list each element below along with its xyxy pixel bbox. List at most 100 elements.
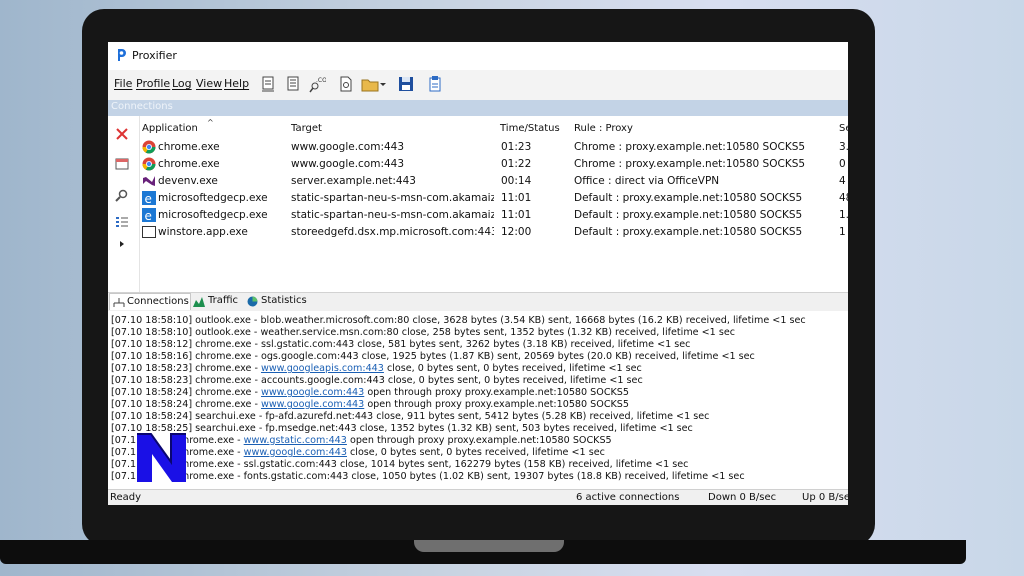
rule-proxy: Default : proxy.example.net:10580 SOCKS5 (574, 209, 803, 221)
n-logo-icon (137, 433, 186, 482)
network-icon (113, 298, 125, 307)
target: www.google.com:443 (291, 141, 405, 153)
clipboard-icon[interactable] (426, 74, 444, 94)
menu-help[interactable]: Help (224, 77, 249, 90)
time-status: 00:14 (501, 175, 532, 187)
menu-view[interactable]: View (196, 77, 222, 90)
rules-icon[interactable] (284, 74, 302, 94)
status-active-connections: 6 active connections (576, 492, 680, 503)
tab-statistics[interactable]: Statistics (245, 293, 307, 309)
table-row[interactable]: e microsoftedgecp.exe static-spartan-neu… (140, 190, 848, 207)
sent: 4 (839, 175, 846, 187)
status-upload-rate: Up 0 B/se (802, 492, 848, 503)
log-line: [07.10 18:58:25] searchui.exe - fp.msedg… (111, 423, 693, 434)
app-name: chrome.exe (158, 158, 220, 170)
name-resolution-icon[interactable]: .COM (308, 74, 326, 94)
svg-text:e: e (145, 192, 152, 205)
menu-file[interactable]: File (114, 77, 132, 90)
rule-proxy: Office : direct via OfficeVPN (574, 175, 720, 187)
log-line: [07.10 18:58:24] chrome.exe - www.google… (111, 387, 630, 398)
tab-connections[interactable]: Connections (109, 293, 191, 310)
tab-statistics-label: Statistics (261, 295, 307, 306)
traffic-chart-icon (193, 297, 205, 307)
rule-proxy: Default : proxy.example.net:10580 SOCKS5 (574, 192, 803, 204)
log-line: [07.10 18:58:10] outlook.exe - blob.weat… (111, 315, 806, 326)
column-header-time-status[interactable]: Time/Status (500, 123, 560, 134)
connection-actions-toolbar (108, 116, 140, 292)
app-name: microsoftedgecp.exe (158, 192, 268, 204)
status-ready: Ready (110, 492, 142, 503)
edge-icon: e (142, 208, 156, 222)
sent: 48 (839, 192, 848, 204)
log-link[interactable]: www.google.com:443 (261, 399, 364, 410)
tab-traffic[interactable]: Traffic (191, 293, 243, 309)
target: www.google.com:443 (291, 158, 405, 170)
save-profile-icon[interactable] (397, 74, 415, 94)
sent: 3. (839, 141, 848, 153)
column-header-sent[interactable]: Se (839, 123, 848, 134)
search-icon[interactable] (115, 188, 129, 202)
new-profile-icon[interactable] (337, 74, 355, 94)
close-connection-icon[interactable] (115, 127, 129, 141)
sent: 0 (839, 158, 846, 170)
target: storeedgefd.dsx.mp.microsoft.com:443 (291, 226, 494, 238)
target: static-spartan-neu-s-msn-com.akamaized.n… (291, 192, 494, 204)
target: static-spartan-neu-s-msn-com.akamaized.n… (291, 209, 494, 221)
table-row[interactable]: chrome.exe www.google.com:443 01:22 Chro… (140, 156, 848, 173)
laptop-notch (414, 540, 564, 552)
expand-arrow-icon[interactable] (115, 237, 129, 251)
tab-traffic-label: Traffic (208, 295, 239, 306)
visual-studio-icon (143, 176, 155, 186)
time-status: 11:01 (501, 209, 532, 221)
log-link[interactable]: www.google.com:443 (261, 387, 364, 398)
svg-text:e: e (145, 209, 152, 222)
rule-proxy: Chrome : proxy.example.net:10580 SOCKS5 (574, 141, 806, 153)
log-link[interactable]: www.googleapis.com:443 (261, 363, 384, 374)
log-line: [07.1 hrome.exe - fonts.gstatic.com:443 c… (111, 471, 745, 482)
log-line: [07.10 18:58:16] chrome.exe - ogs.google… (111, 351, 755, 362)
list-view-icon[interactable] (115, 215, 129, 229)
window-icon[interactable] (115, 157, 129, 171)
log-line: [07.10 18:58:24] chrome.exe - www.google… (111, 399, 630, 410)
proxy-servers-icon[interactable] (259, 74, 277, 94)
chrome-icon (142, 140, 156, 154)
log-line: [07.10 18:58:23] chrome.exe - www.google… (111, 363, 642, 374)
chrome-icon (142, 157, 156, 171)
table-row[interactable]: e microsoftedgecp.exe static-spartan-neu… (140, 207, 848, 224)
column-header-target[interactable]: Target (291, 123, 322, 134)
time-status: 11:01 (501, 192, 532, 204)
menu-log[interactable]: Log (172, 77, 192, 90)
log-line: [07.10 18:58:23] chrome.exe - accounts.g… (111, 375, 643, 386)
table-row[interactable]: devenv.exe server.example.net:443 00:14 … (140, 173, 848, 190)
window-title: Proxifier (132, 49, 177, 62)
log-link[interactable]: www.gstatic.com:443 (244, 435, 347, 446)
log-panel[interactable]: [07.10 18:58:10] outlook.exe - blob.weat… (108, 311, 848, 489)
connections-section-header (108, 100, 848, 116)
app-name: microsoftedgecp.exe (158, 209, 268, 221)
table-row[interactable]: winstore.app.exe storeedgefd.dsx.mp.micr… (140, 224, 848, 241)
sort-caret-icon[interactable]: ^ (207, 118, 214, 127)
log-line: [07.10 18:58:10] outlook.exe - weather.s… (111, 327, 735, 338)
log-link[interactable]: www.google.com:443 (244, 447, 347, 458)
edge-icon: e (142, 191, 156, 205)
table-row[interactable]: chrome.exe www.google.com:443 01:23 Chro… (140, 139, 848, 156)
proxifier-logo-icon (118, 49, 126, 61)
time-status: 01:22 (501, 158, 532, 170)
menu-profile[interactable]: Profile (136, 77, 170, 90)
rule-proxy: Chrome : proxy.example.net:10580 SOCKS5 (574, 158, 806, 170)
app-name: chrome.exe (158, 141, 220, 153)
app-name: devenv.exe (158, 175, 218, 187)
sent: 1 (839, 226, 846, 238)
store-app-icon (142, 226, 156, 238)
statistics-icon (247, 296, 258, 307)
time-status: 01:23 (501, 141, 532, 153)
column-header-application[interactable]: Application (142, 123, 198, 134)
open-profile-icon[interactable] (360, 74, 386, 94)
connections-section-title: Connections (111, 101, 173, 112)
svg-text:.COM: .COM (316, 77, 326, 84)
column-header-rule-proxy[interactable]: Rule : Proxy (574, 123, 633, 134)
sent: 1. (839, 209, 848, 221)
target: server.example.net:443 (291, 175, 416, 187)
app-name: winstore.app.exe (158, 226, 248, 238)
time-status: 12:00 (501, 226, 532, 238)
